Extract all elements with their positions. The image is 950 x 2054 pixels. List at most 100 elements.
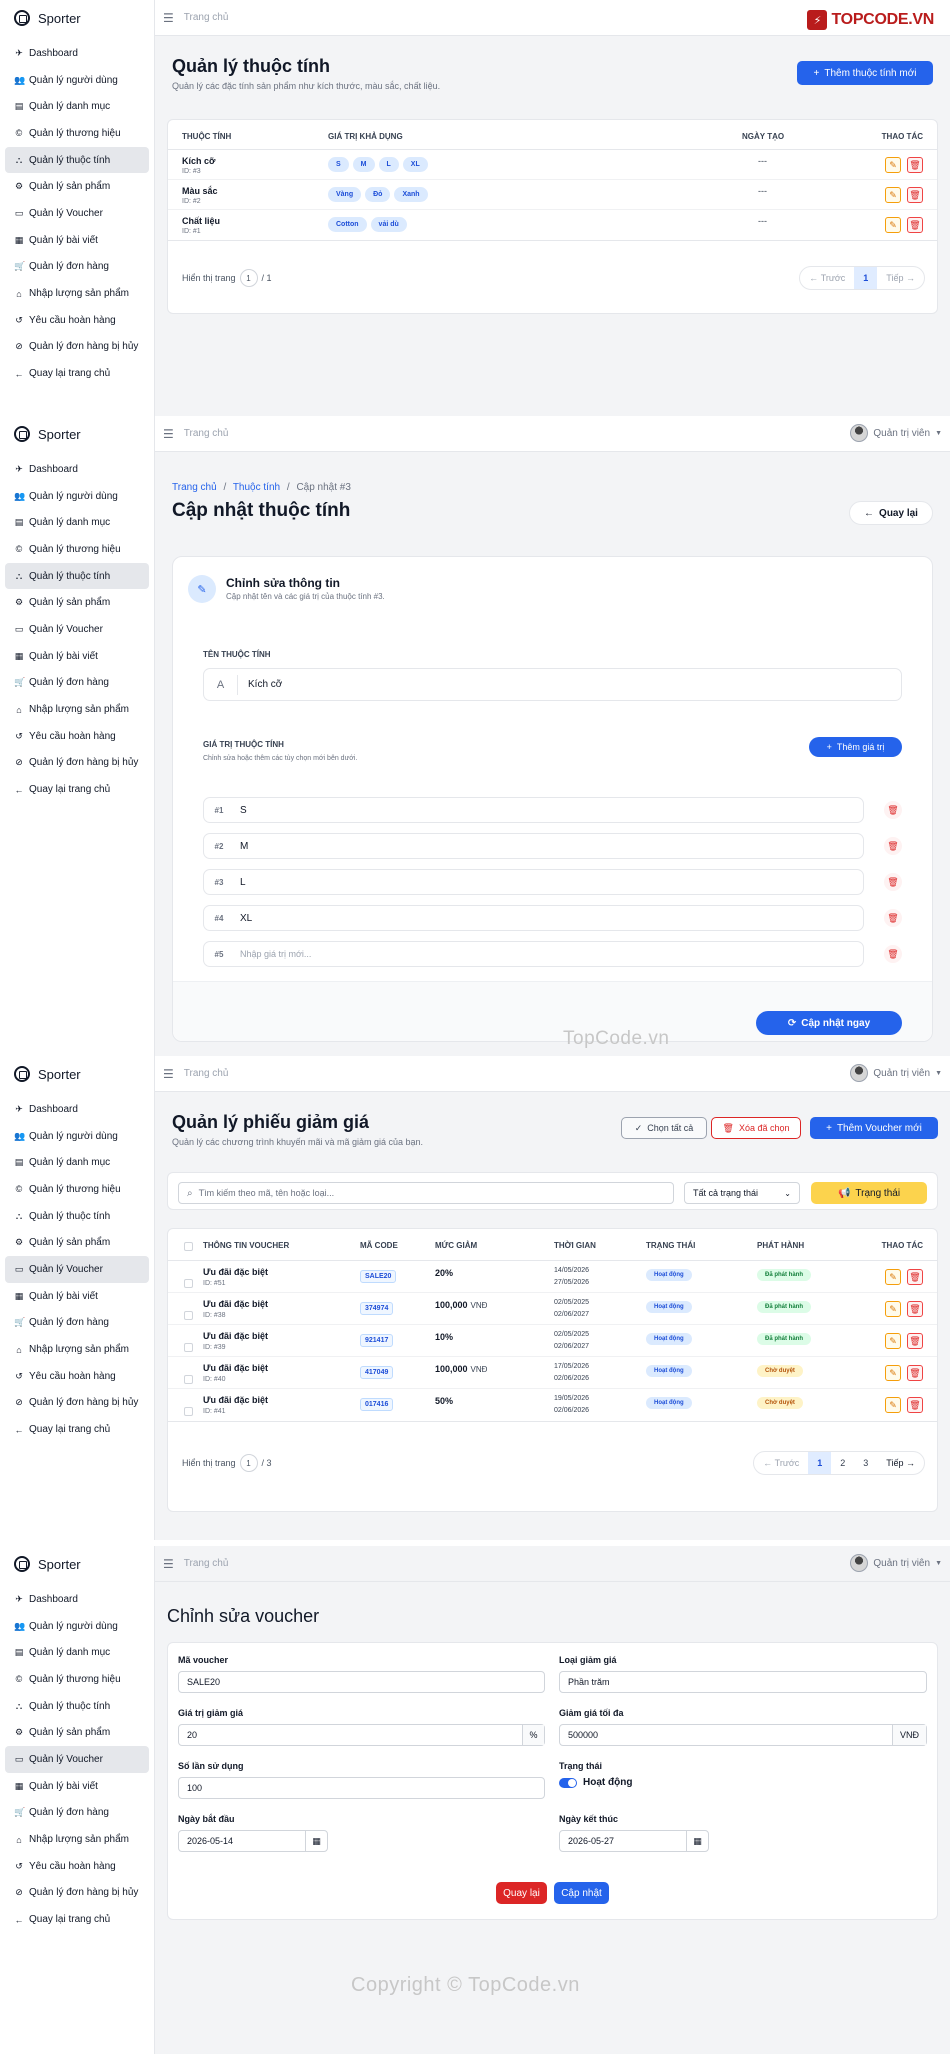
sidebar-item-12[interactable]: ← Quay lại trang chủ bbox=[5, 1906, 149, 1933]
menu-toggle-icon[interactable]: ☰ bbox=[163, 11, 174, 25]
edit-icon[interactable]: ✎ bbox=[885, 1269, 901, 1285]
sidebar-item-8[interactable]: 🛒 Quản lý đơn hàng bbox=[5, 1310, 149, 1337]
user-menu[interactable]: Quản trị viên ▼ bbox=[850, 424, 942, 442]
sidebar-item-6[interactable]: ▭ Quản lý Voucher bbox=[5, 1746, 149, 1773]
sidebar-item-4[interactable]: ⛬ Quản lý thuộc tính bbox=[5, 1693, 149, 1720]
next-page-button[interactable]: Tiếp → bbox=[877, 1452, 924, 1474]
sidebar-item-6[interactable]: ▭ Quản lý Voucher bbox=[5, 200, 149, 227]
sidebar-item-7[interactable]: ▦ Quản lý bài viết bbox=[5, 1283, 149, 1310]
brand[interactable]: Sporter bbox=[0, 1546, 154, 1582]
topbar-breadcrumb[interactable]: Trang chủ bbox=[184, 1558, 229, 1569]
trash-icon[interactable]: 🗑 bbox=[884, 873, 902, 891]
sidebar-item-10[interactable]: ↺ Yêu cầu hoàn hàng bbox=[5, 1853, 149, 1880]
prev-page-button[interactable]: ← Trước bbox=[754, 1452, 808, 1474]
calendar-icon[interactable]: ▦ bbox=[305, 1831, 327, 1851]
sidebar-item-6[interactable]: ▭ Quản lý Voucher bbox=[5, 616, 149, 643]
sidebar-item-11[interactable]: ⊘ Quản lý đơn hàng bị hủy bbox=[5, 334, 149, 361]
menu-toggle-icon[interactable]: ☰ bbox=[163, 427, 174, 441]
sidebar-item-5[interactable]: ⚙ Quản lý sản phẩm bbox=[5, 173, 149, 200]
sidebar-item-2[interactable]: ▤ Quản lý danh mục bbox=[5, 509, 149, 536]
trash-icon[interactable]: 🗑 bbox=[907, 187, 923, 203]
status-button[interactable]: 📢 Trạng thái bbox=[811, 1182, 927, 1204]
select-all-button[interactable]: ✓ Chọn tất cả bbox=[621, 1117, 707, 1139]
edit-icon[interactable]: ✎ bbox=[885, 1365, 901, 1381]
trash-icon[interactable]: 🗑 bbox=[884, 801, 902, 819]
sidebar-item-8[interactable]: 🛒 Quản lý đơn hàng bbox=[5, 254, 149, 281]
trash-icon[interactable]: 🗑 bbox=[907, 157, 923, 173]
value-input[interactable]: #2 M bbox=[203, 833, 864, 859]
brand[interactable]: Sporter bbox=[0, 0, 154, 36]
breadcrumb-home[interactable]: Trang chủ bbox=[172, 482, 217, 493]
trash-icon[interactable]: 🗑 bbox=[907, 1365, 923, 1381]
trash-icon[interactable]: 🗑 bbox=[884, 945, 902, 963]
topbar-breadcrumb[interactable]: Trang chủ bbox=[184, 428, 229, 439]
end-date-input[interactable]: 2026-05-27 ▦ bbox=[559, 1830, 709, 1852]
row-checkbox[interactable] bbox=[184, 1343, 193, 1352]
sidebar-item-0[interactable]: ✈ Dashboard bbox=[5, 1096, 149, 1123]
trash-icon[interactable]: 🗑 bbox=[907, 1397, 923, 1413]
row-checkbox[interactable] bbox=[184, 1279, 193, 1288]
max-input[interactable]: 500000 VNĐ bbox=[559, 1724, 927, 1746]
menu-toggle-icon[interactable]: ☰ bbox=[163, 1557, 174, 1571]
page-button-2[interactable]: 2 bbox=[831, 1452, 854, 1474]
breadcrumb-attributes[interactable]: Thuộc tính bbox=[233, 482, 280, 493]
brand[interactable]: Sporter bbox=[0, 1056, 154, 1092]
sidebar-item-9[interactable]: ⌂ Nhập lượng sản phẩm bbox=[5, 1826, 149, 1853]
user-menu[interactable]: Quản trị viên ▼ bbox=[850, 1554, 942, 1572]
page-button-1[interactable]: 1 bbox=[854, 267, 878, 289]
add-value-button[interactable]: + Thêm giá trị bbox=[809, 737, 902, 757]
sidebar-item-9[interactable]: ⌂ Nhập lượng sản phẩm bbox=[5, 280, 149, 307]
edit-icon[interactable]: ✎ bbox=[885, 1301, 901, 1317]
edit-icon[interactable]: ✎ bbox=[885, 157, 901, 173]
brand[interactable]: Sporter bbox=[0, 416, 154, 452]
value-input[interactable]: #3 L bbox=[203, 869, 864, 895]
sidebar-item-12[interactable]: ← Quay lại trang chủ bbox=[5, 1416, 149, 1443]
sidebar-item-11[interactable]: ⊘ Quản lý đơn hàng bị hủy bbox=[5, 1880, 149, 1907]
next-page-button[interactable]: Tiếp → bbox=[877, 267, 924, 289]
value-input[interactable]: #5 Nhập giá trị mới... bbox=[203, 941, 864, 967]
sidebar-item-3[interactable]: © Quản lý thương hiệu bbox=[5, 120, 149, 147]
search-input[interactable]: ⌕ Tìm kiếm theo mã, tên hoặc loại... bbox=[178, 1182, 674, 1204]
topbar-breadcrumb[interactable]: Trang chủ bbox=[184, 1068, 229, 1079]
row-checkbox[interactable] bbox=[184, 1311, 193, 1320]
sidebar-item-10[interactable]: ↺ Yêu cầu hoàn hàng bbox=[5, 1363, 149, 1390]
sidebar-item-4[interactable]: ⛬ Quản lý thuộc tính bbox=[5, 1203, 149, 1230]
edit-icon[interactable]: ✎ bbox=[885, 1333, 901, 1349]
delete-selected-button[interactable]: 🗑 Xóa đã chọn bbox=[711, 1117, 801, 1139]
sidebar-item-7[interactable]: ▦ Quản lý bài viết bbox=[5, 227, 149, 254]
sidebar-item-7[interactable]: ▦ Quản lý bài viết bbox=[5, 643, 149, 670]
value-input[interactable]: 20 % bbox=[178, 1724, 545, 1746]
page-input[interactable]: 1 bbox=[239, 1454, 258, 1472]
menu-toggle-icon[interactable]: ☰ bbox=[163, 1067, 174, 1081]
sidebar-item-10[interactable]: ↺ Yêu cầu hoàn hàng bbox=[5, 307, 149, 334]
trash-icon[interactable]: 🗑 bbox=[884, 909, 902, 927]
sidebar-item-9[interactable]: ⌂ Nhập lượng sản phẩm bbox=[5, 1336, 149, 1363]
status-toggle[interactable] bbox=[559, 1777, 577, 1788]
update-button[interactable]: Cập nhật bbox=[554, 1882, 609, 1904]
value-input[interactable]: #1 S bbox=[203, 797, 864, 823]
sidebar-item-12[interactable]: ← Quay lại trang chủ bbox=[5, 776, 149, 803]
sidebar-item-6[interactable]: ▭ Quản lý Voucher bbox=[5, 1256, 149, 1283]
page-input[interactable]: 1 bbox=[239, 269, 258, 287]
sidebar-item-3[interactable]: © Quản lý thương hiệu bbox=[5, 1176, 149, 1203]
sidebar-item-4[interactable]: ⛬ Quản lý thuộc tính bbox=[5, 146, 149, 174]
sidebar-item-9[interactable]: ⌂ Nhập lượng sản phẩm bbox=[5, 696, 149, 723]
uses-input[interactable]: 100 bbox=[178, 1777, 545, 1799]
sidebar-item-8[interactable]: 🛒 Quản lý đơn hàng bbox=[5, 670, 149, 697]
sidebar-item-0[interactable]: ✈ Dashboard bbox=[5, 1586, 149, 1613]
add-voucher-button[interactable]: + Thêm Voucher mới bbox=[810, 1117, 938, 1139]
trash-icon[interactable]: 🗑 bbox=[907, 1301, 923, 1317]
sidebar-item-12[interactable]: ← Quay lại trang chủ bbox=[5, 360, 149, 387]
sidebar-item-1[interactable]: 👥 Quản lý người dùng bbox=[5, 67, 149, 94]
back-button[interactable]: Quay lại bbox=[496, 1882, 547, 1904]
prev-page-button[interactable]: ← Trước bbox=[800, 267, 854, 289]
sidebar-item-5[interactable]: ⚙ Quản lý sản phẩm bbox=[5, 1229, 149, 1256]
row-checkbox[interactable] bbox=[184, 1407, 193, 1416]
sidebar-item-4[interactable]: ⛬ Quản lý thuộc tính bbox=[5, 562, 149, 590]
back-button[interactable]: ← Quay lại bbox=[849, 501, 933, 525]
topbar-breadcrumb[interactable]: Trang chủ bbox=[184, 12, 229, 23]
value-input[interactable]: #4 XL bbox=[203, 905, 864, 931]
sidebar-item-0[interactable]: ✈ Dashboard bbox=[5, 456, 149, 483]
start-date-input[interactable]: 2026-05-14 ▦ bbox=[178, 1830, 328, 1852]
submit-update-button[interactable]: ⟳ Cập nhật ngay bbox=[756, 1011, 902, 1035]
